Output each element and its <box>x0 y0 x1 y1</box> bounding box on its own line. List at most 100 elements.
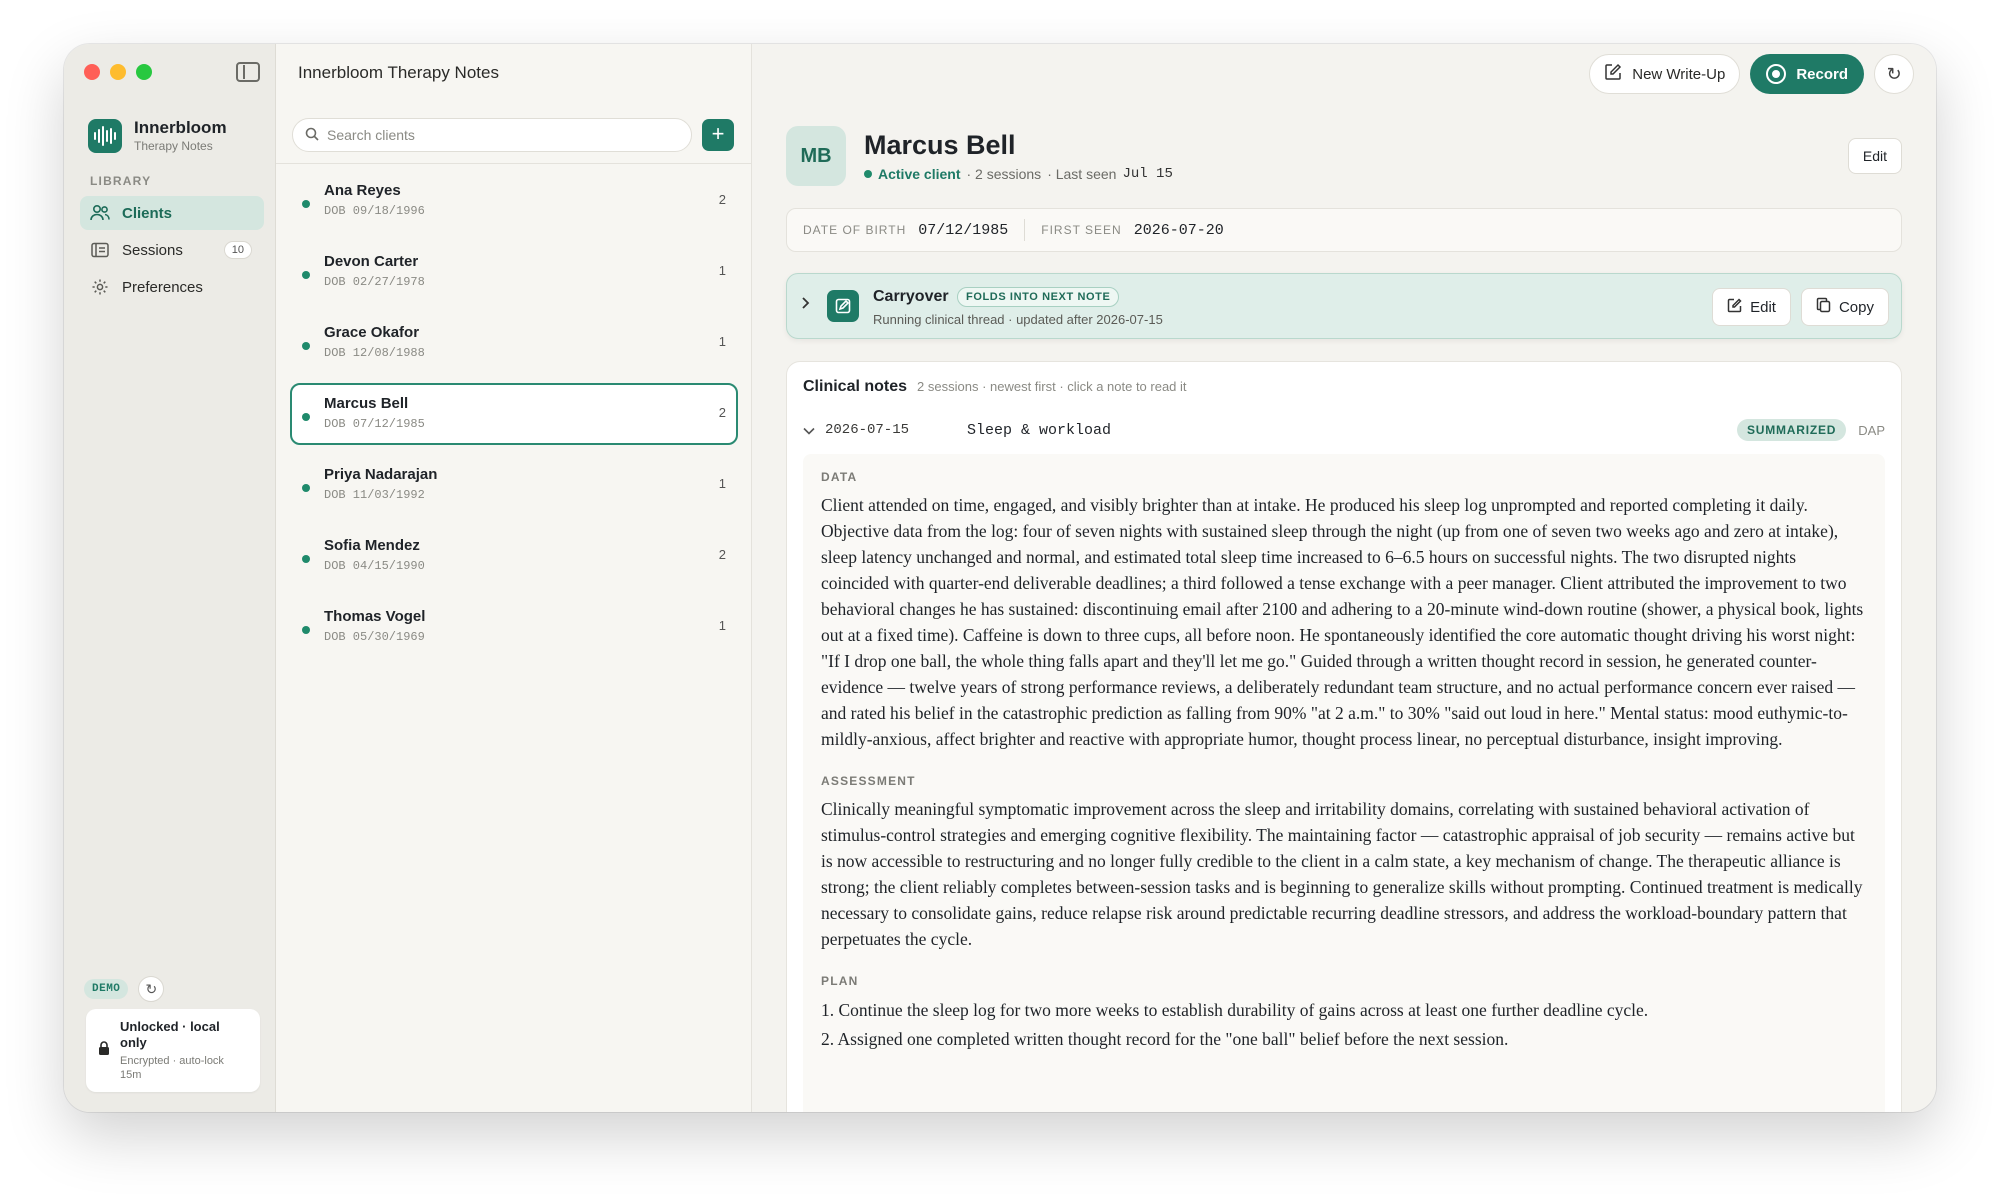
close-window-button[interactable] <box>84 64 100 80</box>
window-controls <box>84 64 152 80</box>
notes-subtitle: 2 sessions · newest first · click a note… <box>917 379 1187 394</box>
copy-icon <box>1816 297 1831 317</box>
sidebar-toggle-icon[interactable] <box>236 62 260 82</box>
record-button[interactable]: Record <box>1750 54 1864 94</box>
search-input[interactable]: Search clients <box>292 118 692 152</box>
client-name: Ana Reyes <box>324 182 401 199</box>
edit-icon <box>1727 297 1742 317</box>
edit-client-button[interactable]: Edit <box>1847 138 1902 174</box>
client-name: Sofia Mendez <box>324 537 420 554</box>
carryover-actions: Edit Copy <box>1712 288 1889 326</box>
record-icon <box>1766 64 1787 84</box>
data-section-text: Client attended on time, engaged, and vi… <box>821 495 1864 749</box>
client-item-marcus-bell[interactable]: Marcus Bell DOB 07/12/1985 2 <box>290 383 738 445</box>
lock-status-card: Unlocked · local only Encrypted · auto-l… <box>86 1009 260 1092</box>
client-meta: Active client · 2 sessions · Last seen J… <box>864 166 1173 182</box>
notes-title: Clinical notes <box>803 378 908 395</box>
session-count: 1 <box>718 476 726 491</box>
status-dot <box>302 271 310 279</box>
copy-label: Copy <box>1838 298 1874 316</box>
client-name: Marcus Bell <box>324 395 409 412</box>
carryover-copy-button[interactable]: Copy <box>1800 288 1889 326</box>
status-badge: Active client <box>878 166 961 182</box>
note-tags: SUMMARIZED DAP <box>1736 419 1885 441</box>
client-name: Devon Carter <box>324 253 419 270</box>
assessment-section-text: Clinically meaningful symptomatic improv… <box>821 799 1863 949</box>
sidebar-item-clients[interactable]: Clients <box>80 196 264 230</box>
client-dob: DOB 04/15/1990 <box>324 559 425 573</box>
status-dot <box>302 342 310 350</box>
sidebar-item-label: Clients <box>122 204 173 222</box>
note-edit-icon <box>827 290 859 322</box>
dob-value: 07/12/1985 <box>918 221 1009 239</box>
chevron-down-icon[interactable] <box>803 423 815 438</box>
note-date: 2026-07-15 <box>825 422 910 438</box>
session-count: 2 <box>718 547 726 562</box>
minimize-window-button[interactable] <box>110 64 126 80</box>
carryover-panel[interactable]: Carryover FOLDS INTO NEXT NOTE Running c… <box>786 273 1902 339</box>
client-item-grace-okafor[interactable]: Grace Okafor DOB 12/08/1988 1 <box>290 312 738 374</box>
chevron-right-icon[interactable] <box>801 296 811 315</box>
session-count: 1 <box>718 334 726 349</box>
new-writeup-label: New Write-Up <box>1632 65 1726 83</box>
sidebar-item-sessions[interactable]: Sessions 10 <box>80 233 264 267</box>
client-name: Priya Nadarajan <box>324 466 438 483</box>
record-label: Record <box>1796 65 1848 83</box>
client-list: Ana Reyes DOB 09/18/1996 2 Devon Carter … <box>290 170 738 667</box>
add-client-button[interactable]: + <box>702 119 734 151</box>
client-item-priya-nadarajan[interactable]: Priya Nadarajan DOB 11/03/1992 1 <box>290 454 738 516</box>
status-dot <box>302 555 310 563</box>
reset-demo-icon[interactable]: ↻ <box>138 976 165 1002</box>
plan-item: 1. Continue the sleep log for two more w… <box>821 1000 1649 1020</box>
carryover-edit-button[interactable]: Edit <box>1712 288 1791 326</box>
waveform-logo-icon <box>88 118 122 153</box>
client-item-devon-carter[interactable]: Devon Carter DOB 02/27/1978 1 <box>290 241 738 303</box>
note-topic: Sleep & workload <box>967 421 1112 439</box>
library-label: LIBRARY <box>90 174 152 188</box>
client-item-thomas-vogel[interactable]: Thomas Vogel DOB 05/30/1969 1 <box>290 596 738 658</box>
sidebar-item-label: Preferences <box>122 278 203 296</box>
sidebar-item-preferences[interactable]: Preferences <box>80 270 264 304</box>
page-title: Marcus Bell <box>864 130 1016 160</box>
plan-section-label: PLAN <box>821 974 859 988</box>
sessions-count-badge: 10 <box>223 241 252 259</box>
session-count: 2 <box>718 405 726 420</box>
refresh-icon[interactable]: ↻ <box>1874 54 1914 94</box>
client-detail-pane: New Write-Up Record ↻ MB Marcus Bell Act… <box>752 44 1936 1112</box>
client-dob: DOB 11/03/1992 <box>324 488 425 502</box>
client-header: MB Marcus Bell Active client · 2 session… <box>786 126 1902 186</box>
app-window: Innerbloom Therapy Notes LIBRARY Clients… <box>64 44 1936 1112</box>
clinical-notes-panel: Clinical notes 2 sessions · newest first… <box>786 361 1902 1112</box>
client-item-ana-reyes[interactable]: Ana Reyes DOB 09/18/1996 2 <box>290 170 738 232</box>
brand-subtitle: Therapy Notes <box>134 139 213 153</box>
client-item-sofia-mendez[interactable]: Sofia Mendez DOB 04/15/1990 2 <box>290 525 738 587</box>
status-dot <box>302 413 310 421</box>
status-badge: SUMMARIZED <box>1736 419 1847 441</box>
status-dot <box>302 484 310 492</box>
dob-label: DATE OF BIRTH <box>803 223 907 237</box>
status-dot <box>302 626 310 634</box>
new-writeup-button[interactable]: New Write-Up <box>1589 54 1741 94</box>
note-format: DAP <box>1858 422 1885 438</box>
status-dot <box>302 200 310 208</box>
client-dob: DOB 02/27/1978 <box>324 275 425 289</box>
session-count: 1 <box>718 618 726 633</box>
client-facts-bar: DATE OF BIRTH 07/12/1985 FIRST SEEN 2026… <box>786 208 1902 252</box>
notes-header: Clinical notes 2 sessions · newest first… <box>803 378 1187 396</box>
lock-status-subtitle: Encrypted · auto-lock 15m <box>120 1055 224 1081</box>
zoom-window-button[interactable] <box>136 64 152 80</box>
client-dob: DOB 05/30/1969 <box>324 630 425 644</box>
carryover-subtitle: Running clinical thread · updated after … <box>873 312 1163 327</box>
client-name: Grace Okafor <box>324 324 420 341</box>
search-icon <box>305 127 319 144</box>
plan-item: 2. Assigned one completed written though… <box>821 1029 1509 1049</box>
gear-icon <box>90 277 110 297</box>
session-count: · 2 sessions <box>966 166 1042 182</box>
client-dob: DOB 07/12/1985 <box>324 417 425 431</box>
client-name: Thomas Vogel <box>324 608 426 625</box>
sidebar-nav: Clients Sessions 10 Preferences <box>80 196 264 307</box>
first-seen-label: FIRST SEEN <box>1041 223 1122 237</box>
demo-badge: DEMO <box>84 979 129 999</box>
note-row[interactable]: 2026-07-15 Sleep & workload SUMMARIZED D… <box>803 414 1885 446</box>
divider <box>276 163 751 164</box>
